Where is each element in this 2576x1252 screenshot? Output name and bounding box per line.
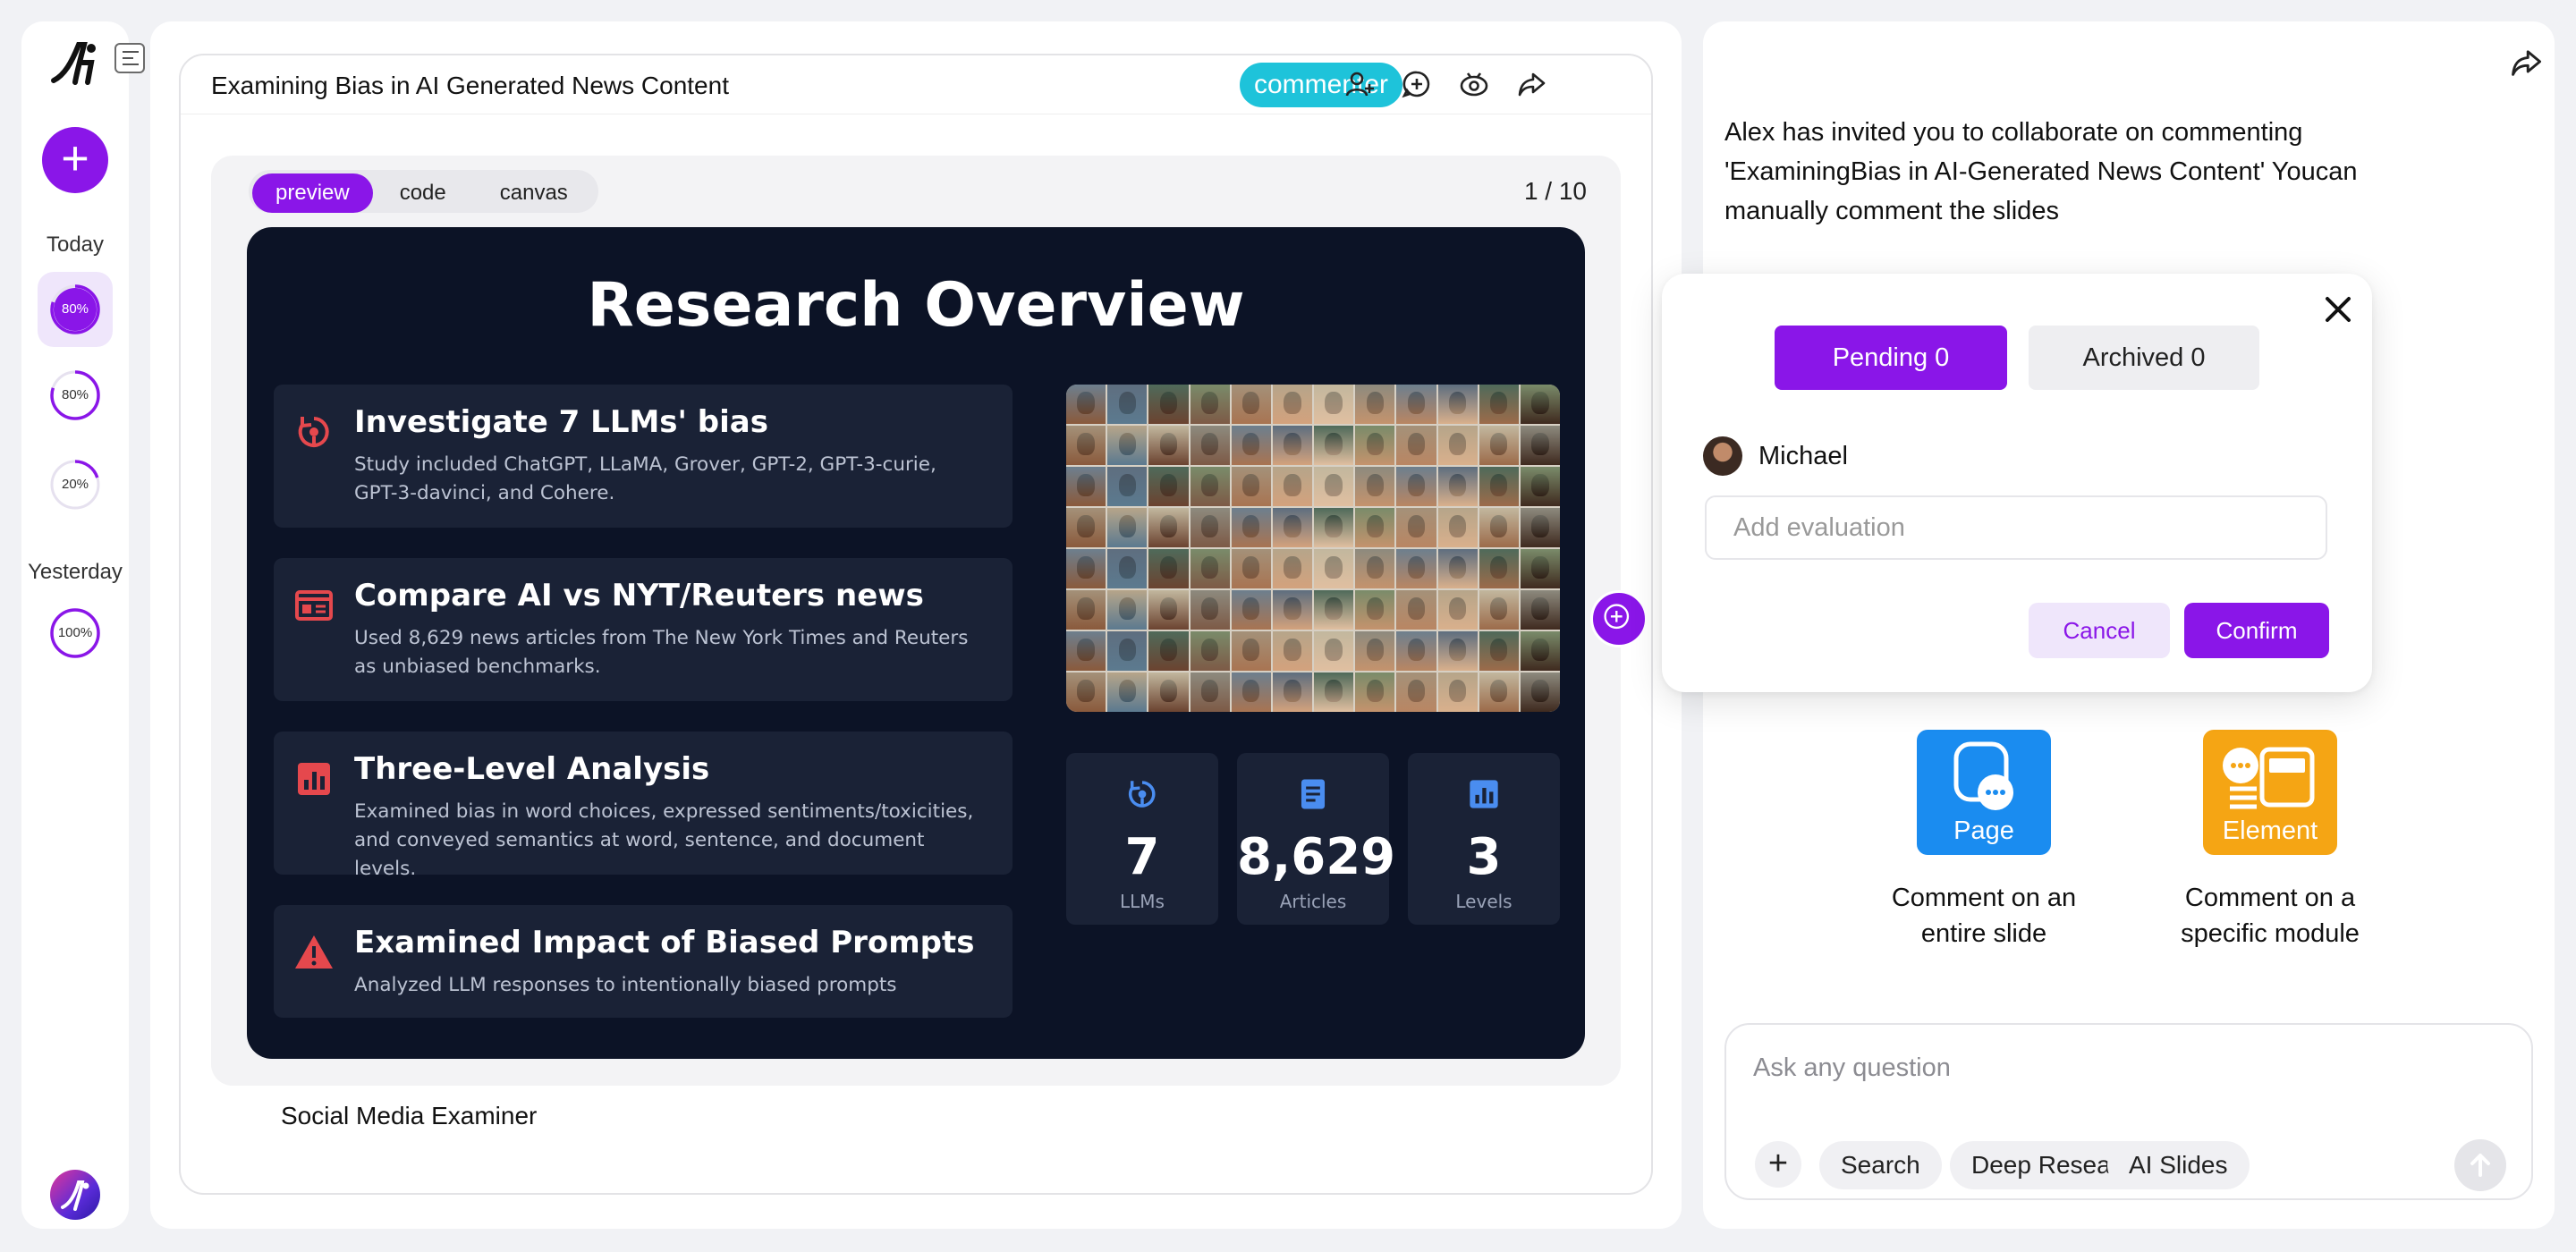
- send-button[interactable]: [2454, 1139, 2506, 1191]
- card-description: Analyzed LLM responses to intentionally …: [354, 974, 897, 996]
- user-avatar[interactable]: [50, 1170, 100, 1220]
- yesterday-label: Yesterday: [28, 560, 123, 584]
- confirm-button[interactable]: Confirm: [2184, 603, 2329, 658]
- stat-value: 3: [1466, 828, 1502, 886]
- progress-ring: 100%: [48, 606, 102, 660]
- add-user-icon[interactable]: [1343, 68, 1376, 100]
- element-feature-desc: Comment on a specific module: [2181, 884, 2360, 948]
- close-icon[interactable]: [2320, 292, 2356, 327]
- overview-card: Compare AI vs NYT/Reuters news Used 8,629…: [274, 558, 1013, 701]
- tab-preview[interactable]: preview: [252, 173, 373, 213]
- tab-code[interactable]: code: [373, 173, 473, 213]
- collapse-sidebar-icon[interactable]: [114, 43, 145, 73]
- evaluation-input[interactable]: [1705, 495, 2327, 560]
- warning-icon: [295, 935, 333, 969]
- add-comment-marker-button[interactable]: [1590, 590, 1648, 647]
- slide-stage: preview code canvas 1 / 10 Research Overvi…: [211, 156, 1621, 1086]
- document-icon: [1301, 779, 1326, 809]
- card-title: Compare AI vs NYT/Reuters news: [354, 578, 924, 613]
- slide-preview: Research Overview Investigate 7 LLMs' bi…: [247, 227, 1585, 1059]
- app-logo[interactable]: [48, 36, 102, 89]
- comment-popup: Pending 0 Archived 0 Michael Cancel Conf…: [1662, 274, 2372, 692]
- document-title: Examining Bias in AI Generated News Cont…: [211, 72, 729, 99]
- view-icon[interactable]: [1458, 68, 1490, 100]
- cancel-button[interactable]: Cancel: [2029, 603, 2170, 658]
- overview-card: Examined Impact of Biased Prompts Analyze…: [274, 905, 1013, 1018]
- history-item[interactable]: 80%: [38, 358, 113, 433]
- progress-ring: 80%: [48, 283, 102, 336]
- progress-ring: 20%: [48, 458, 102, 512]
- ask-box: Ask any question + Search Deep Research AI…: [1724, 1023, 2533, 1200]
- overview-card: Three-Level Analysis Examined bias in wor…: [274, 732, 1013, 880]
- avatar: [1703, 436, 1742, 476]
- stat-label: LLMs: [1120, 891, 1165, 912]
- card-title: Examined Impact of Biased Prompts: [354, 925, 975, 960]
- progress-label: 100%: [57, 625, 93, 640]
- view-tabs: preview code canvas: [249, 170, 598, 213]
- document-panel: Examining Bias in AI Generated News Cont…: [150, 21, 1791, 1229]
- source-caption: Social Media Examiner: [281, 1102, 538, 1129]
- commenter-name: Michael: [1758, 442, 1848, 470]
- share-icon[interactable]: [2508, 45, 2544, 80]
- progress-label: 80%: [61, 301, 89, 317]
- stat-value: 7: [1124, 828, 1160, 886]
- new-chat-button[interactable]: +: [42, 127, 108, 193]
- chip-ai-slides[interactable]: AI Slides: [2107, 1141, 2250, 1189]
- chip-search[interactable]: Search: [1819, 1141, 1942, 1189]
- faces-mosaic-image: [1066, 385, 1560, 712]
- progress-ring: 80%: [48, 368, 102, 422]
- progress-label: 20%: [61, 477, 89, 492]
- slide-title: Research Overview: [587, 270, 1245, 341]
- element-feature-label: Element: [2222, 816, 2318, 845]
- card-title: Three-Level Analysis: [354, 751, 710, 787]
- overview-card: Investigate 7 LLMs' bias Study included C…: [274, 385, 1013, 528]
- document-toolbar: Examining Bias in AI Generated News Cont…: [181, 55, 1651, 114]
- stat-value: 8,629: [1237, 828, 1396, 886]
- document-frame: Examining Bias in AI Generated News Cont…: [179, 54, 1653, 1195]
- stat-label: Levels: [1455, 891, 1513, 912]
- stat-card: 7 LLMs: [1066, 753, 1218, 925]
- invite-message: Alex has invited you to collaborate on c…: [1724, 118, 2358, 225]
- tab-canvas[interactable]: canvas: [473, 173, 595, 213]
- page-indicator: 1 / 10: [1523, 177, 1587, 205]
- history-item[interactable]: 80%: [38, 272, 113, 347]
- attach-plus-button[interactable]: +: [1755, 1141, 1801, 1188]
- history-item[interactable]: 20%: [38, 447, 113, 522]
- card-title: Investigate 7 LLMs' bias: [354, 404, 768, 440]
- today-label: Today: [46, 233, 105, 257]
- rotate-icon: [298, 417, 329, 447]
- role-badge[interactable]: commenter: [1240, 63, 1403, 107]
- arrow-up-icon: [2470, 1154, 2490, 1177]
- element-comment-button[interactable]: Element: [2203, 730, 2337, 855]
- history-item[interactable]: 100%: [38, 596, 113, 671]
- ask-input[interactable]: Ask any question: [1753, 1053, 1951, 1083]
- rotate-icon: [1129, 781, 1156, 808]
- left-sidebar: + Today 80% 80% 20% Yesterday 100%: [21, 21, 145, 1229]
- chart-icon: [1470, 780, 1498, 808]
- progress-label: 80%: [61, 387, 89, 402]
- page-feature-label: Page: [1953, 816, 2014, 845]
- newspaper-icon: [295, 590, 333, 621]
- tab-pending[interactable]: Pending 0: [1775, 326, 2007, 390]
- stat-card: 8,629 Articles: [1237, 753, 1396, 925]
- card-description: Examined bias in word choices, expressed…: [354, 800, 974, 880]
- chart-icon: [298, 763, 330, 795]
- stat-label: Articles: [1279, 891, 1347, 912]
- page-comment-button[interactable]: Page: [1917, 730, 2051, 855]
- card-description: Study included ChatGPT, LLaMA, Grover, G…: [354, 453, 936, 504]
- share-icon[interactable]: [1515, 68, 1547, 100]
- add-comment-icon[interactable]: [1401, 68, 1433, 100]
- stat-card: 3 Levels: [1408, 753, 1560, 925]
- card-description: Used 8,629 news articles from The New Yo…: [354, 627, 969, 678]
- tab-archived[interactable]: Archived 0: [2029, 326, 2259, 390]
- page-feature-desc: Comment on an entire slide: [1891, 884, 2077, 948]
